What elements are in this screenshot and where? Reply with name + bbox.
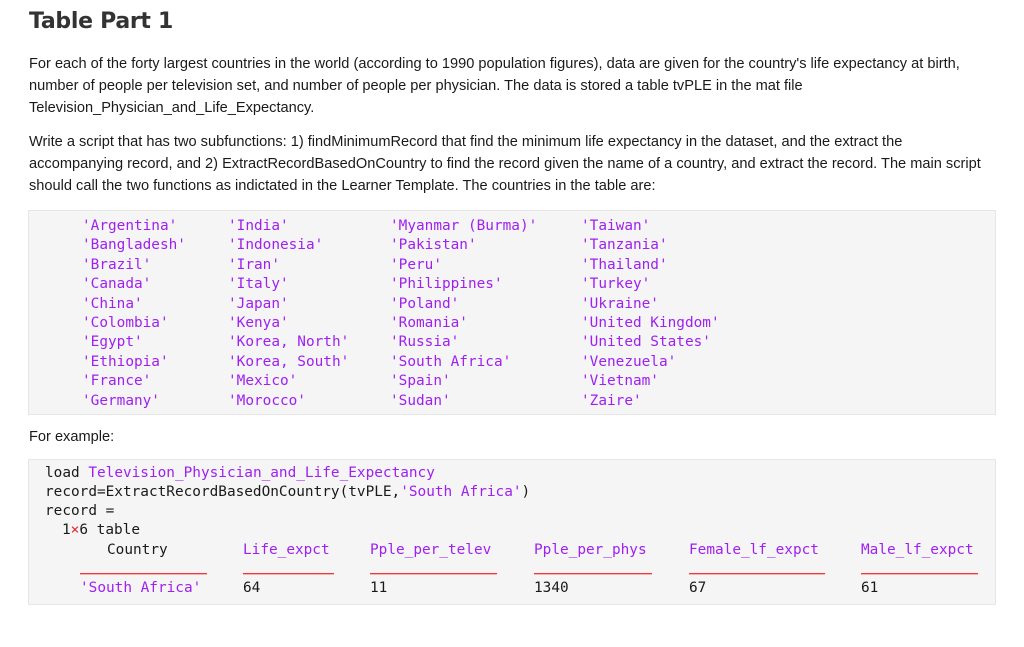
countries-code-block: 'Argentina' 'Bangladesh' 'Brazil' 'Canada' '… [28, 210, 996, 415]
country-column: 'Argentina' 'Bangladesh' 'Brazil' 'Canada' '… [82, 217, 186, 411]
header-underline [534, 573, 652, 575]
header-underline [80, 573, 207, 575]
size-cols: 6 table [79, 522, 140, 538]
country-item: 'Russia' [390, 334, 460, 351]
page-title: Table Part 1 [29, 9, 173, 34]
country-item: 'Zaire' [581, 392, 642, 409]
cell-female-lf-expct: 67 [689, 580, 707, 596]
header-pple-per-telev: Pple_per_telev [370, 542, 492, 558]
header-female-lf-expct: Female_lf_expct [689, 542, 819, 558]
country-item: 'Colombia' [82, 314, 169, 331]
country-item: 'Spain' [390, 373, 451, 390]
country-item: 'Romania' [390, 314, 468, 331]
country-item: 'Argentina' [82, 218, 178, 234]
country-item: 'United States' [581, 334, 711, 351]
country-item: 'South Africa' [390, 353, 512, 370]
country-item: 'Japan' [228, 295, 289, 312]
country-item: 'China' [82, 295, 143, 312]
header-underline [243, 573, 334, 575]
header-male-lf-expct: Male_lf_expct [861, 542, 974, 558]
country-item: 'Korea, South' [228, 353, 350, 370]
country-item: 'Philippines' [390, 276, 503, 293]
country-item: 'Tanzania' [581, 237, 668, 254]
call-suffix: ) [521, 484, 531, 500]
country-item: 'Poland' [390, 295, 460, 312]
header-underline [861, 573, 978, 575]
country-item: 'Myanmar (Burma)' [390, 218, 538, 234]
example-label: For example: [29, 429, 115, 445]
country-item: 'Peru' [390, 256, 442, 273]
example-code-block: load Television_Physician_and_Life_Expec… [28, 459, 996, 605]
cell-male-lf-expct: 61 [861, 580, 879, 596]
country-item: 'Pakistan' [390, 237, 477, 254]
country-item: 'United Kingdom' [581, 314, 720, 331]
country-item: 'France' [82, 373, 152, 390]
output-variable: record = [45, 503, 115, 519]
country-item: 'Sudan' [390, 392, 451, 409]
country-item: 'Indonesia' [228, 237, 324, 254]
call-prefix: record=ExtractRecordBasedOnCountry(tvPLE… [45, 484, 401, 500]
load-command: load Television_Physician_and_Life_Expec… [45, 464, 435, 483]
country-item: 'Mexico' [228, 373, 298, 390]
description-paragraph: For each of the forty largest countries … [29, 56, 960, 116]
country-item: 'Canada' [82, 276, 152, 293]
country-item: 'Germany' [82, 392, 160, 409]
load-keyword: load [45, 465, 89, 481]
instructions-paragraph: Write a script that has two subfunctions… [29, 134, 981, 194]
table-size: 1×6 table [62, 521, 140, 540]
country-item: 'Taiwan' [581, 218, 651, 234]
country-item: 'India' [228, 218, 289, 234]
country-item: 'Italy' [228, 276, 289, 293]
country-item: 'Venezuela' [581, 353, 677, 370]
country-item: 'Kenya' [228, 314, 289, 331]
cell-country: 'South Africa' [80, 580, 202, 596]
country-item: 'Thailand' [581, 256, 668, 273]
function-call: record=ExtractRecordBasedOnCountry(tvPLE… [45, 483, 530, 502]
country-column: 'Taiwan' 'Tanzania' 'Thailand' 'Turkey' 'Ukr… [581, 217, 720, 411]
country-item: 'Brazil' [82, 256, 152, 273]
cell-pple-per-phys: 1340 [534, 580, 569, 596]
header-life-expct: Life_expct [243, 542, 330, 558]
country-item: 'Bangladesh' [82, 237, 186, 254]
country-item: 'Turkey' [581, 276, 651, 293]
header-underline [689, 573, 825, 575]
call-argument: 'South Africa' [400, 484, 522, 500]
load-filename: Television_Physician_and_Life_Expectancy [88, 465, 435, 481]
cell-pple-per-telev: 11 [370, 580, 388, 596]
country-item: 'Egypt' [82, 334, 143, 351]
country-item: 'Ethiopia' [82, 353, 169, 370]
header-country: Country [107, 542, 168, 558]
header-underline [370, 573, 497, 575]
country-item: 'Iran' [228, 256, 280, 273]
country-item: 'Morocco' [228, 392, 306, 409]
country-column: 'Myanmar (Burma)' 'Pakistan' 'Peru' 'Philip… [390, 217, 537, 411]
country-item: 'Ukraine' [581, 295, 659, 312]
cell-life-expct: 64 [243, 580, 261, 596]
header-pple-per-phys: Pple_per_phys [534, 542, 647, 558]
country-item: 'Vietnam' [581, 373, 659, 390]
country-item: 'Korea, North' [228, 334, 350, 351]
country-column: 'India' 'Indonesia' 'Iran' 'Italy' 'Japan' 'K… [228, 217, 349, 411]
size-rows: 1 [62, 522, 71, 538]
